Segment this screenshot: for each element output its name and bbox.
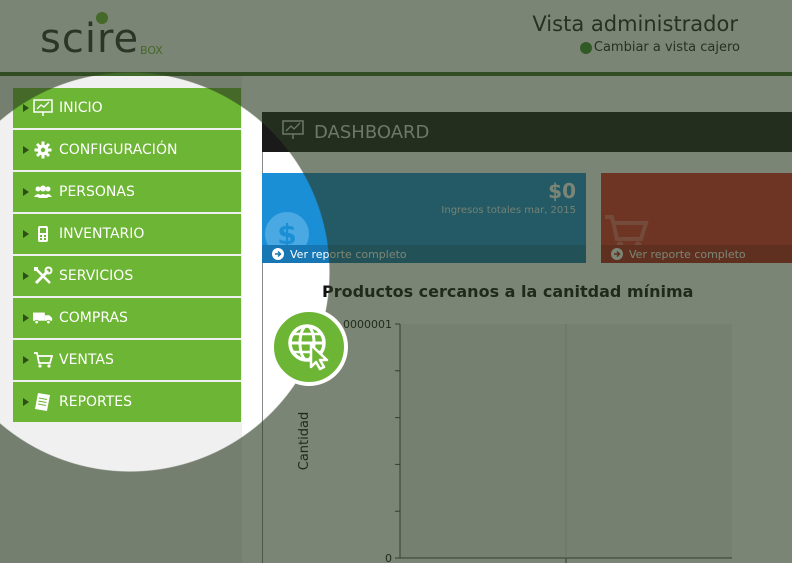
sidebar-item-inicio[interactable]: INICIO [13,88,241,128]
phone-icon [33,224,53,244]
caret-right-icon [23,146,29,154]
sidebar-item-reportes[interactable]: REPORTES [13,382,241,422]
logo-dot [96,12,108,24]
sidebar: INICIO CONFIGURACIÓN PERSONAS INVENTARIO… [0,76,242,563]
income-report-link[interactable]: Ver reporte completo [262,245,586,263]
chart-title: Productos cercanos a la canitdad mínima [322,282,694,301]
sidebar-item-configuracion[interactable]: CONFIGURACIÓN [13,130,241,170]
income-report-label: Ver reporte completo [290,247,407,261]
sidebar-item-personas[interactable]: PERSONAS [13,172,241,212]
admin-view-title: Vista administrador [532,12,738,36]
y-ticks: 0 0000001 [343,318,400,563]
report-icon [33,392,53,412]
dashboard-header: DASHBOARD [262,112,792,152]
sidebar-item-label: PERSONAS [59,184,135,200]
sidebar-item-label: VENTAS [59,352,114,368]
logo[interactable]: scire BOX [40,10,180,62]
sidebar-item-label: INVENTARIO [59,226,145,242]
y-tick-label: 0 [385,552,392,563]
y-axis-label: Cantidad [297,412,312,470]
caret-right-icon [23,188,29,196]
caret-right-icon [23,104,29,112]
header: scire BOX Vista administrador Cambiar a … [0,0,792,74]
y-tick-label: 0000001 [343,318,392,331]
sidebar-item-label: SERVICIOS [59,268,134,284]
switch-to-cashier-link[interactable]: Cambiar a vista cajero [579,40,740,55]
page: scire BOX Vista administrador Cambiar a … [0,0,792,563]
caret-right-icon [23,272,29,280]
sidebar-item-label: REPORTES [59,394,133,410]
presentation-chart-icon [282,120,304,144]
dollar-icon [579,41,592,54]
page-title: DASHBOARD [314,121,430,143]
logo-text: scire [40,16,140,62]
sales-card: Ver reporte completo [601,173,792,263]
income-label: Ingresos totales mar, 2015 [441,205,576,216]
switch-to-cashier-label: Cambiar a vista cajero [593,40,740,55]
caret-right-icon [23,398,29,406]
sidebar-item-label: INICIO [59,100,103,116]
sales-report-label: Ver reporte completo [629,247,746,261]
gear-icon [33,140,53,160]
cart-icon [33,350,53,370]
tools-icon [33,266,53,286]
arrow-right-circle-icon [272,248,284,260]
sidebar-item-label: COMPRAS [59,310,128,326]
sidebar-menu: INICIO CONFIGURACIÓN PERSONAS INVENTARIO… [13,88,241,424]
globe-cursor-icon [283,319,335,375]
income-card: $ $0 Ingresos totales mar, 2015 Ver repo… [262,173,586,263]
caret-right-icon [23,314,29,322]
sidebar-item-ventas[interactable]: VENTAS [13,340,241,380]
sidebar-item-label: CONFIGURACIÓN [59,142,178,158]
sidebar-item-servicios[interactable]: SERVICIOS [13,256,241,296]
caret-right-icon [23,230,29,238]
sidebar-item-inventario[interactable]: INVENTARIO [13,214,241,254]
logo-sub: BOX [140,44,163,57]
presentation-chart-icon [33,98,53,118]
tour-badge[interactable] [270,308,348,386]
sales-report-link[interactable]: Ver reporte completo [601,245,792,263]
income-value: $0 [548,179,576,203]
arrow-right-circle-icon [611,248,623,260]
truck-icon [33,308,53,328]
caret-right-icon [23,356,29,364]
sidebar-item-compras[interactable]: COMPRAS [13,298,241,338]
people-icon [33,182,53,202]
